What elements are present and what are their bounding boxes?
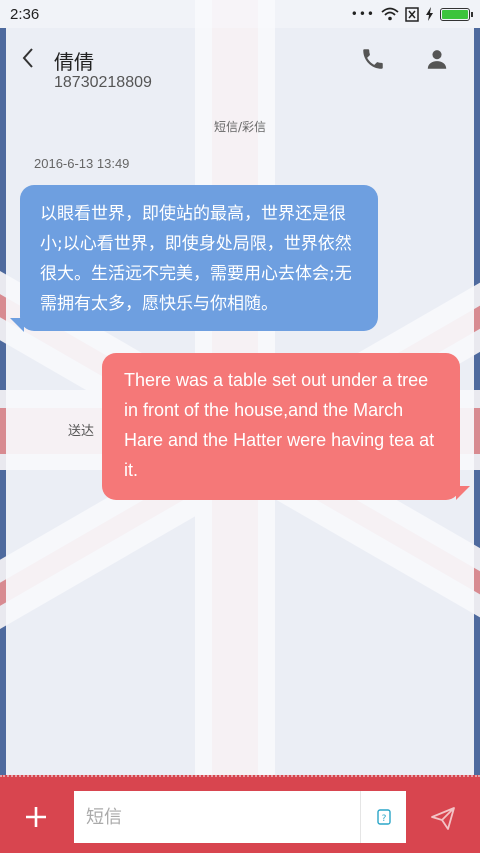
wifi-icon: [381, 7, 399, 21]
signal-dots: •••: [350, 7, 375, 21]
charging-icon: [426, 7, 433, 21]
add-attachment-button[interactable]: [20, 801, 52, 833]
no-sim-icon: [405, 6, 419, 22]
contact-name: 倩倩: [54, 50, 94, 74]
phone-icon: [363, 49, 383, 69]
profile-button[interactable]: [424, 46, 450, 72]
send-icon: [431, 807, 455, 830]
message-input[interactable]: [74, 791, 360, 843]
outgoing-message-bubble[interactable]: There was a table set out under a tree i…: [102, 353, 460, 500]
delivered-status: 送达: [68, 424, 95, 439]
status-bar: 2:36 •••: [0, 0, 480, 28]
plus-icon: [26, 807, 46, 827]
contact-number: 18730218809: [54, 74, 152, 91]
sim-card-icon: ?: [376, 809, 391, 825]
sim-select-button[interactable]: ?: [360, 791, 406, 843]
composer-bar: ?: [0, 775, 480, 853]
message-input-box: ?: [74, 791, 406, 843]
incoming-message-bubble[interactable]: 以眼看世界，即使站的最高，世界还是很小;以心看世界，即使身处局限，世界依然很大。…: [20, 185, 378, 331]
send-button[interactable]: [428, 803, 458, 833]
status-icons: •••: [350, 6, 473, 22]
message-timestamp: 2016-6-13 13:49: [34, 156, 130, 171]
channel-label: 短信/彩信: [213, 120, 267, 134]
battery-icon: [440, 7, 473, 21]
person-icon: [427, 50, 447, 69]
call-button[interactable]: [360, 46, 386, 72]
svg-text:?: ?: [381, 814, 386, 824]
status-time: 2:36: [10, 5, 40, 23]
back-button[interactable]: [16, 46, 40, 70]
chevron-left-icon: [22, 48, 33, 68]
